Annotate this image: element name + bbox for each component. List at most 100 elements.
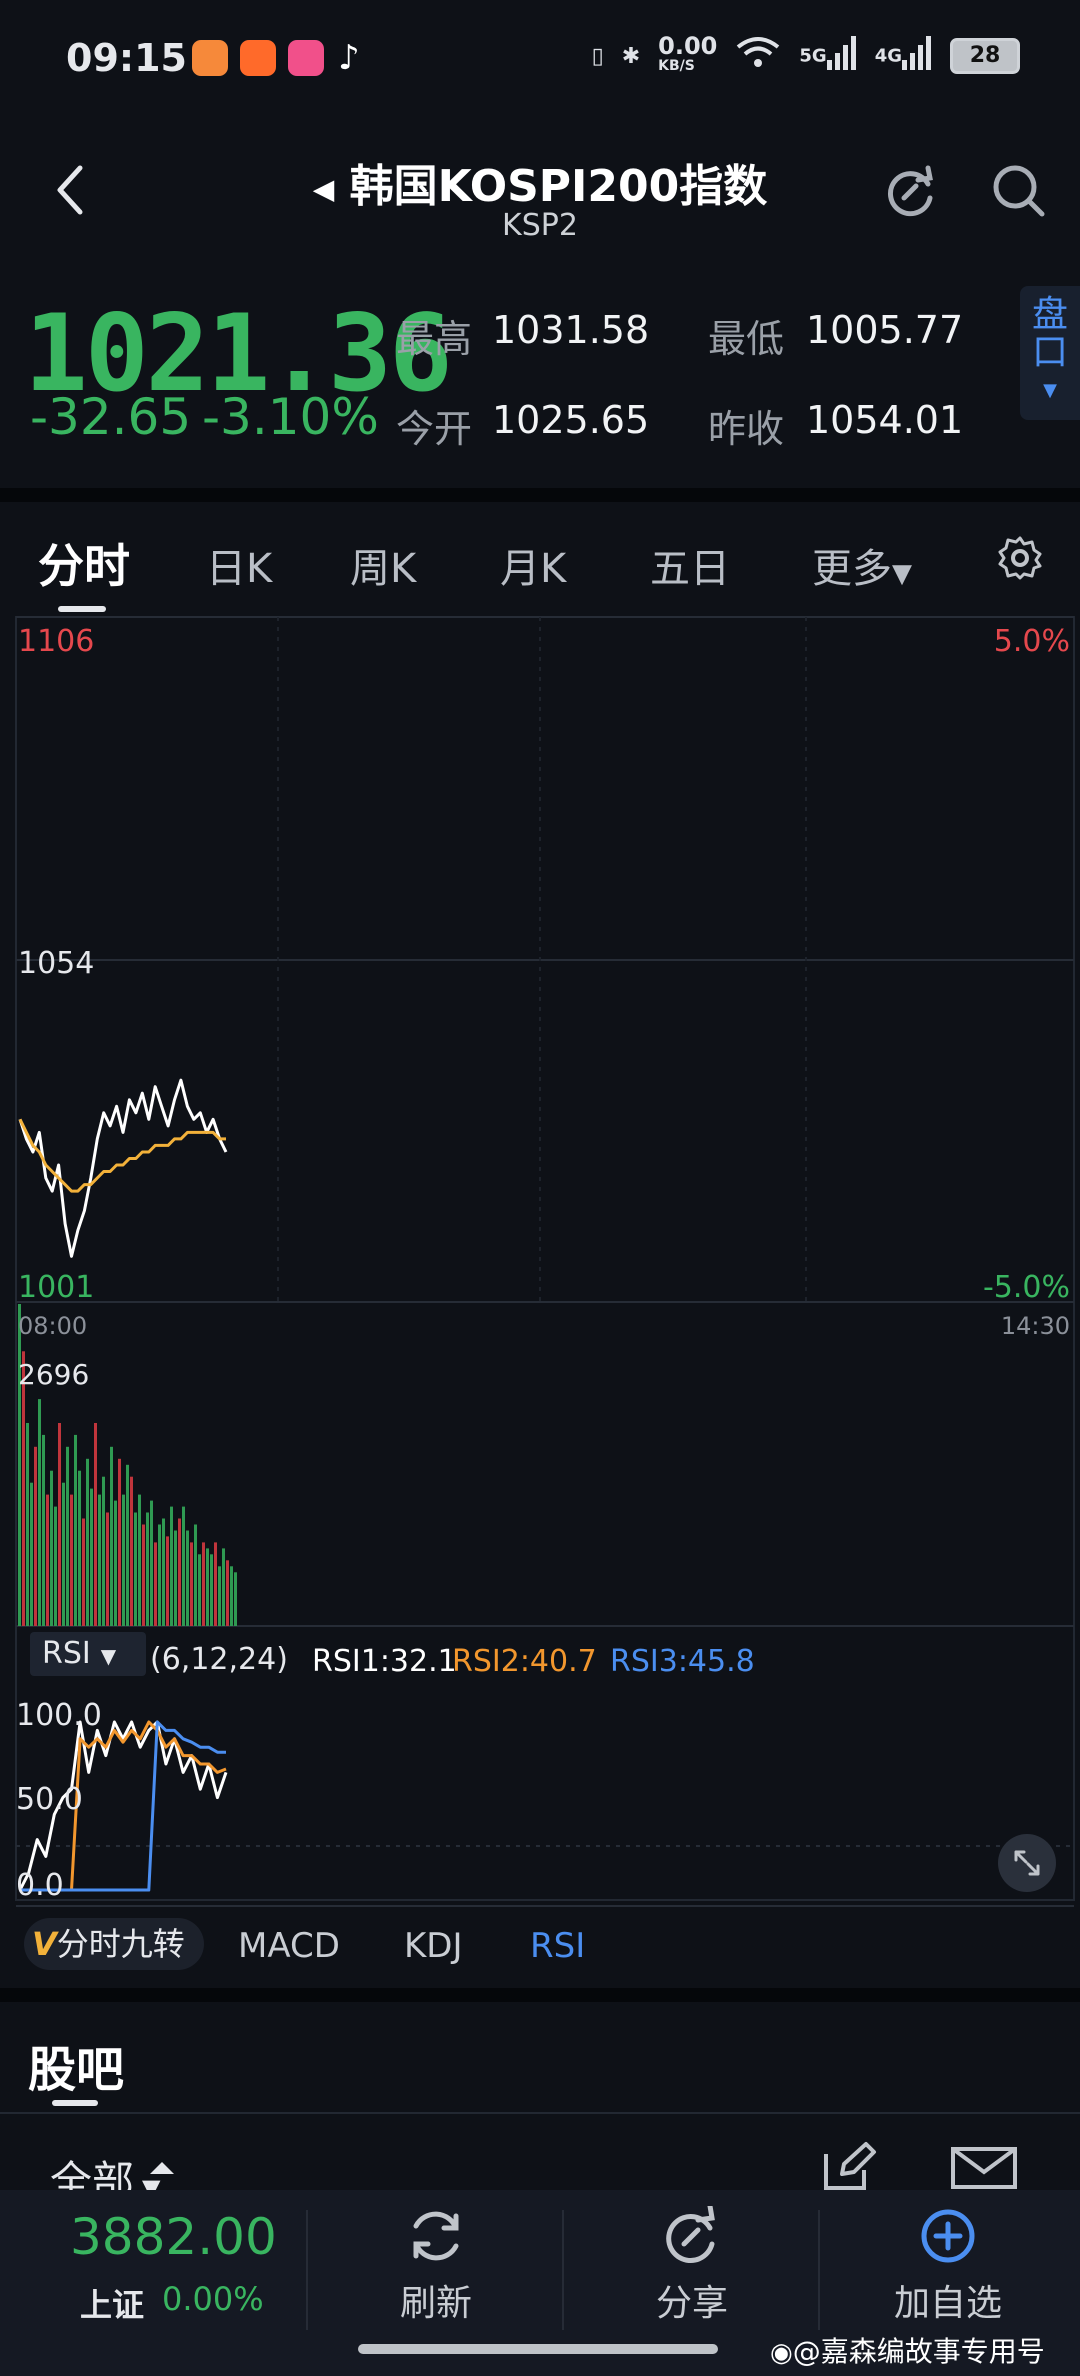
volume-bar bbox=[130, 1476, 133, 1626]
clock: 09:15 bbox=[66, 36, 187, 80]
volume-bar bbox=[210, 1554, 213, 1626]
indicator-tab-kdj[interactable]: KDJ bbox=[404, 1926, 463, 1966]
volume-bar bbox=[58, 1423, 61, 1626]
volume-bar bbox=[178, 1518, 181, 1626]
volume-bar bbox=[122, 1494, 125, 1626]
indicator-tab-nine-turn[interactable]: V分时九转 bbox=[24, 1918, 204, 1970]
indicator-tab-macd[interactable]: MACD bbox=[238, 1926, 340, 1966]
volume-bar bbox=[82, 1518, 85, 1626]
tab-daily-k[interactable]: 日K bbox=[206, 536, 272, 594]
indicator-selector[interactable]: RSI ▼ bbox=[30, 1632, 146, 1676]
tab-weekly-k[interactable]: 周K bbox=[350, 536, 416, 594]
title-text: 韩国KOSPI200指数 bbox=[349, 161, 768, 212]
volume-bar bbox=[118, 1458, 121, 1626]
rsi-params: (6,12,24) bbox=[150, 1642, 288, 1677]
divider bbox=[562, 2210, 564, 2330]
prev-close-value: 1054.01 bbox=[806, 398, 964, 442]
volume-bar bbox=[214, 1542, 217, 1626]
y-axis-top-label: 1106 bbox=[18, 624, 95, 659]
divider bbox=[0, 1988, 1080, 2002]
share-button[interactable]: 分享 bbox=[592, 2203, 792, 2326]
search-icon[interactable] bbox=[990, 162, 1048, 224]
home-indicator[interactable] bbox=[358, 2344, 718, 2354]
refresh-button[interactable]: 刷新 bbox=[336, 2206, 536, 2326]
volume-bar bbox=[142, 1524, 145, 1626]
indicator-tab-rsi[interactable]: RSI bbox=[530, 1926, 585, 1966]
signal-5g-icon: 5G bbox=[799, 36, 856, 76]
mail-icon[interactable] bbox=[950, 2146, 1018, 2194]
volume-bar bbox=[126, 1464, 129, 1626]
index-value[interactable]: 3882.00 bbox=[70, 2208, 277, 2266]
rsi-y-label-0: 0.0 bbox=[16, 1868, 64, 1903]
pankou-button[interactable]: 盘 口 ▼ bbox=[1020, 286, 1080, 420]
watermark: ◉@嘉森编故事专用号 bbox=[770, 2335, 1045, 2368]
open-label: 今开 bbox=[396, 407, 473, 451]
tab-more[interactable]: 更多▼ bbox=[812, 536, 912, 594]
prev-close-label: 昨收 bbox=[708, 407, 785, 451]
pct-bottom-label: -5.0% bbox=[982, 1270, 1070, 1305]
volume-bar bbox=[194, 1524, 197, 1626]
tab-monthly-k[interactable]: 月K bbox=[500, 536, 566, 594]
rsi2-value: RSI2:40.7 bbox=[452, 1644, 597, 1679]
volume-bar bbox=[106, 1512, 109, 1626]
volume-bars bbox=[18, 1304, 237, 1626]
volume-bar bbox=[22, 1351, 25, 1626]
volume-bar bbox=[38, 1399, 41, 1626]
app-notification-icon bbox=[240, 40, 276, 76]
tab-five-day[interactable]: 五日 bbox=[650, 536, 730, 594]
wifi-icon bbox=[735, 35, 781, 77]
divider bbox=[0, 2112, 1080, 2114]
volume-bar bbox=[110, 1446, 113, 1626]
volume-bar bbox=[162, 1518, 165, 1626]
index-pct: 0.00% bbox=[162, 2280, 264, 2318]
y-axis-mid-label: 1054 bbox=[18, 946, 95, 981]
tab-intraday[interactable]: 分时 bbox=[38, 530, 130, 596]
caret-up-icon bbox=[150, 2162, 174, 2174]
add-circle-icon bbox=[921, 2209, 975, 2263]
volume-bar bbox=[226, 1560, 229, 1626]
battery-icon: 28 bbox=[950, 38, 1020, 74]
volume-bar bbox=[114, 1500, 117, 1626]
guba-title[interactable]: 股吧 bbox=[28, 2030, 124, 2100]
volume-bar bbox=[158, 1524, 161, 1626]
open-value: 1025.65 bbox=[492, 398, 650, 442]
volume-bar bbox=[174, 1530, 177, 1626]
volume-bar bbox=[198, 1554, 201, 1626]
volume-bar bbox=[202, 1542, 205, 1626]
add-watchlist-button[interactable]: 加自选 bbox=[848, 2206, 1048, 2326]
volume-bar bbox=[50, 1470, 53, 1626]
volume-bar bbox=[102, 1476, 105, 1626]
rsi-y-label-50: 50.0 bbox=[16, 1782, 83, 1817]
intraday-chart[interactable] bbox=[0, 610, 1080, 1910]
volume-bar bbox=[70, 1494, 73, 1626]
net-speed: 0.00 KB/S bbox=[658, 32, 718, 74]
v-badge-icon: V bbox=[32, 1925, 57, 1963]
y-axis-bottom-label: 1001 bbox=[18, 1270, 95, 1305]
volume-bar bbox=[94, 1423, 97, 1626]
divider bbox=[0, 488, 1080, 502]
weibo-icon: ◉ bbox=[770, 2338, 793, 2368]
caret-down-icon: ▼ bbox=[1043, 380, 1057, 401]
expand-icon[interactable] bbox=[998, 1834, 1056, 1892]
high-label: 最高 bbox=[396, 317, 473, 361]
volume-bar bbox=[98, 1494, 101, 1626]
refresh-share-icon[interactable] bbox=[882, 162, 940, 224]
volume-bar bbox=[90, 1488, 93, 1626]
bluetooth-icon: ✱ bbox=[621, 43, 641, 69]
volume-bar bbox=[166, 1536, 169, 1626]
compose-icon[interactable] bbox=[820, 2140, 878, 2194]
volume-bar bbox=[54, 1506, 57, 1626]
pct-top-label: 5.0% bbox=[993, 624, 1070, 659]
volume-bar bbox=[170, 1506, 173, 1626]
settings-gear-icon[interactable] bbox=[996, 534, 1044, 586]
volume-bar bbox=[234, 1572, 237, 1626]
refresh-icon bbox=[413, 2211, 459, 2261]
volume-bar bbox=[134, 1512, 137, 1626]
volume-bar bbox=[206, 1548, 209, 1626]
caret-down-icon: ▼ bbox=[892, 559, 912, 589]
volume-bar bbox=[74, 1434, 77, 1626]
bilibili-icon bbox=[288, 40, 324, 76]
rsi-y-label-100: 100.0 bbox=[16, 1698, 102, 1733]
volume-bar bbox=[46, 1494, 49, 1626]
rsi3-value: RSI3:45.8 bbox=[610, 1644, 755, 1679]
